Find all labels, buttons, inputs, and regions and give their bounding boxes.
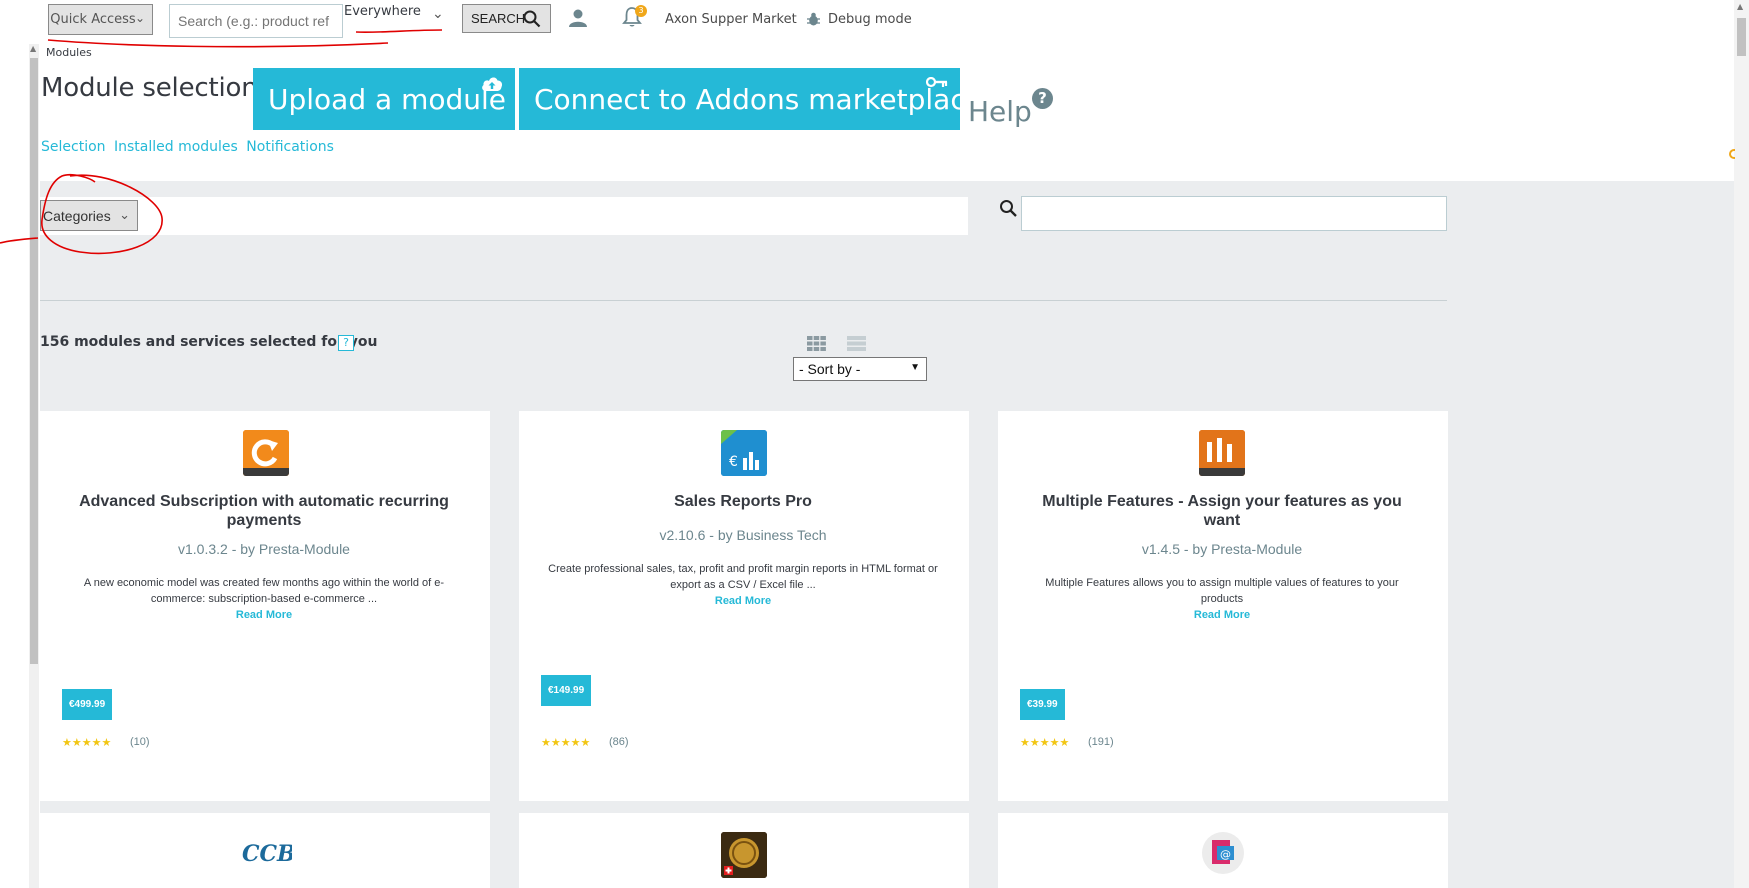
sort-by-label: - Sort by - (799, 361, 861, 377)
star-rating: ★★★★★ (541, 736, 591, 749)
price-button[interactable]: €499.99 (62, 689, 113, 720)
scroll-up-arrow-icon[interactable]: ▲ (1737, 2, 1743, 11)
tab-selection[interactable]: Selection (41, 139, 106, 155)
search-button[interactable]: SEARCH (462, 4, 551, 33)
grid-view-icon[interactable] (807, 336, 826, 351)
search-button-label: SEARCH (471, 11, 526, 26)
user-icon[interactable] (568, 8, 588, 28)
page-title: Module selection (41, 73, 258, 103)
caret-down-icon: ▼ (910, 362, 920, 373)
categories-dropdown[interactable]: Categories ⌄ (40, 200, 138, 231)
module-version: v2.10.6 - by Business Tech (659, 527, 827, 543)
search-input[interactable] (169, 4, 343, 38)
module-title[interactable]: Multiple Features - Assign your features… (1023, 492, 1421, 530)
module-version: v1.0.3.2 - by Presta-Module (178, 541, 350, 557)
rating-count: (10) (130, 736, 150, 748)
module-logo: € (721, 430, 767, 476)
categories-label: Categories (43, 208, 111, 224)
module-subtabs: Selection Installed modules Notification… (41, 139, 338, 155)
breadcrumb[interactable]: Modules (46, 46, 92, 59)
debug-mode-label: Debug mode (828, 12, 912, 27)
module-title[interactable]: Sales Reports Pro (544, 492, 942, 511)
module-description: Multiple Features allows you to assign m… (1026, 575, 1418, 623)
module-description-text: Multiple Features allows you to assign m… (1045, 577, 1399, 605)
chart-icon: € (721, 430, 767, 476)
module-card[interactable]: Advanced Subscription with automatic rec… (40, 411, 490, 801)
coin-icon (721, 832, 767, 878)
notification-badge: 3 (635, 5, 647, 17)
module-title[interactable]: Advanced Subscription with automatic rec… (65, 492, 463, 530)
module-description-text: Create professional sales, tax, profit a… (548, 563, 938, 591)
search-icon (523, 10, 541, 28)
connect-addons-label: Connect to Addons marketplace (534, 83, 983, 116)
email-at-symbol: @ (1220, 848, 1231, 861)
upload-module-button[interactable]: Upload a module (253, 68, 515, 130)
page-scroll-thumb[interactable] (1737, 18, 1746, 56)
page-scrollbar[interactable]: ▲ (1734, 0, 1749, 888)
read-more-link[interactable]: Read More (547, 593, 939, 609)
svg-text:€: € (729, 454, 738, 470)
module-card[interactable]: € Sales Reports Pro v2.10.6 - by Busines… (519, 411, 969, 801)
search-icon (1000, 200, 1017, 217)
help-icon[interactable]: ? (1032, 88, 1053, 109)
module-card[interactable]: Multiple Features - Assign your features… (998, 411, 1448, 801)
cloud-upload-icon (482, 77, 503, 91)
rating-count: (86) (609, 736, 629, 748)
help-link[interactable]: Help (968, 95, 1032, 128)
chevron-down-icon: ⌄ (119, 207, 130, 222)
price-button[interactable]: €39.99 (1020, 689, 1065, 720)
sidebar-scroll-thumb[interactable] (30, 58, 38, 664)
refresh-icon (243, 430, 289, 476)
email-module-logo: @ (1202, 832, 1244, 874)
filter-bar (40, 197, 968, 235)
sort-by-select[interactable]: - Sort by - ▼ (793, 357, 927, 381)
star-rating: ★★★★★ (1020, 736, 1070, 749)
edge-indicator-icon (1729, 149, 1735, 159)
divider (40, 300, 1447, 301)
module-card[interactable]: @ (998, 813, 1448, 888)
ccbill-logo: CCBill (242, 841, 292, 867)
module-logo (243, 430, 289, 476)
list-view-icon[interactable] (847, 336, 866, 351)
modules-count-text: 156 modules and services selected for yo… (40, 334, 378, 350)
star-rating: ★★★★★ (62, 736, 112, 749)
ccbill-logo-text: CCBill (242, 841, 292, 867)
chevron-down-icon: ⌄ (134, 11, 145, 25)
module-description-text: A new economic model was created few mon… (83, 577, 445, 605)
module-logo (1199, 430, 1245, 476)
chevron-down-icon[interactable]: ⌄ (432, 6, 444, 22)
module-logo (721, 832, 767, 878)
module-card[interactable]: CCBill (40, 813, 490, 888)
module-description: Create professional sales, tax, profit a… (547, 561, 939, 609)
tab-notifications[interactable]: Notifications (246, 139, 334, 155)
read-more-link[interactable]: Read More (68, 607, 460, 623)
module-card[interactable] (519, 813, 969, 888)
connect-addons-button[interactable]: Connect to Addons marketplace (519, 68, 983, 130)
key-icon (926, 77, 948, 88)
search-scope-select[interactable]: Everywhere (344, 4, 421, 19)
annotation-underline-scope (355, 29, 443, 33)
module-version: v1.4.5 - by Presta-Module (1141, 541, 1303, 557)
quick-access-label: Quick Access (50, 12, 136, 27)
quick-access-dropdown[interactable]: Quick Access ⌄ (48, 4, 153, 35)
rating-count: (191) (1088, 736, 1114, 748)
tab-installed-modules[interactable]: Installed modules (114, 139, 238, 155)
shop-name-link[interactable]: Axon Supper Market (665, 12, 797, 27)
price-button[interactable]: €149.99 (541, 675, 592, 706)
help-icon[interactable]: ? (338, 335, 354, 351)
read-more-link[interactable]: Read More (1026, 607, 1418, 623)
upload-module-label: Upload a module (268, 83, 506, 116)
annotation-underline-search (47, 39, 389, 48)
features-icon (1199, 430, 1245, 476)
module-search-input[interactable] (1021, 196, 1447, 231)
scroll-up-arrow-icon[interactable]: ▲ (30, 44, 36, 53)
bug-icon (807, 12, 820, 26)
module-description: A new economic model was created few mon… (68, 575, 460, 623)
sidebar-scrollbar[interactable]: ▲ (29, 44, 39, 888)
